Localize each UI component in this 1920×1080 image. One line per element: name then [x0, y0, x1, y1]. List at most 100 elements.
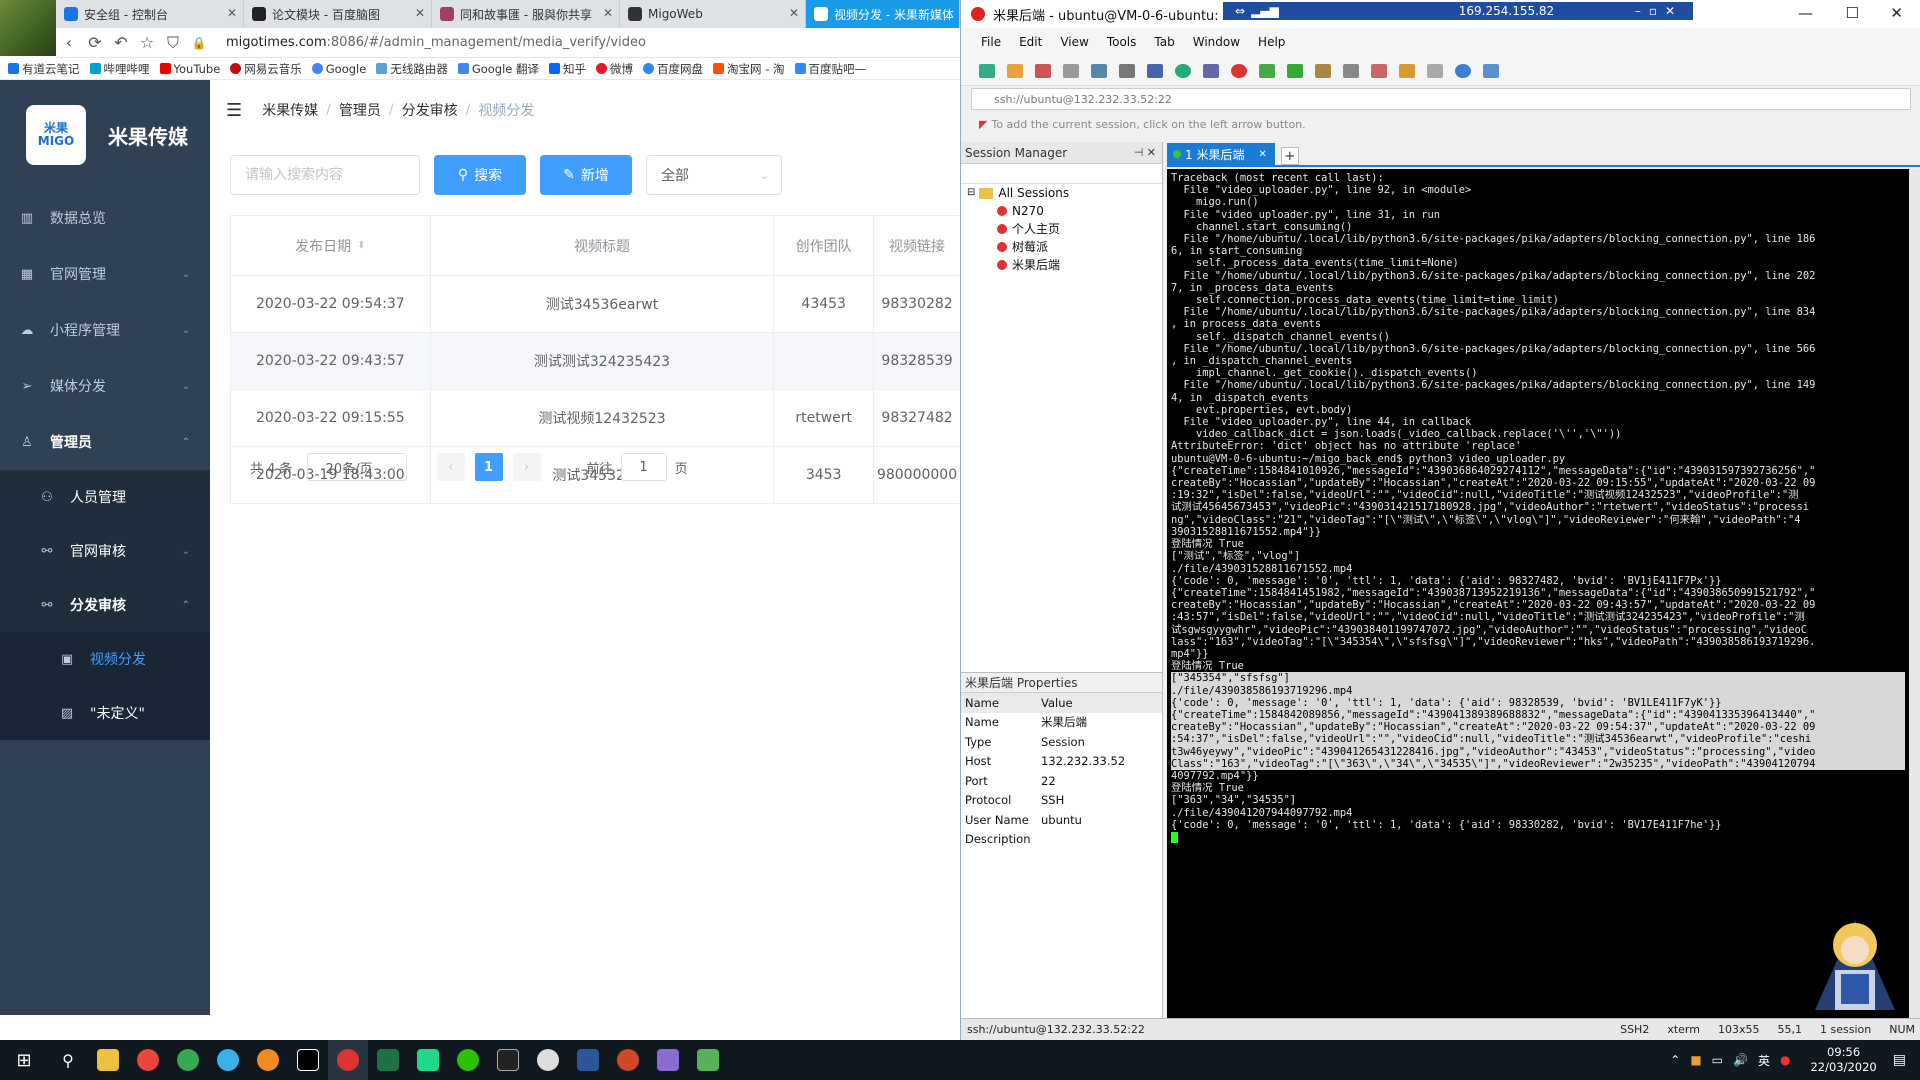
layout-grid-icon[interactable] [1427, 63, 1443, 78]
menu-edit[interactable]: Edit [1019, 35, 1042, 49]
browser-tab-5-active[interactable]: 视频分发 - 米果新媒体 [806, 0, 960, 28]
session-item[interactable]: 个人主页 [967, 220, 1162, 238]
bookmark-item[interactable]: YouTube [159, 62, 220, 76]
intellij-icon[interactable] [288, 1040, 328, 1080]
menu-website[interactable]: ▦ 官网管理 ⌄ [0, 246, 210, 302]
bookmark-item[interactable]: 有道云笔记 [8, 61, 80, 77]
chrome-icon[interactable] [168, 1040, 208, 1080]
terminal-output[interactable]: Traceback (most recent call last): File … [1167, 169, 1909, 1019]
sort-icon[interactable]: ⬍ [357, 240, 365, 251]
session-item[interactable]: N270 [967, 202, 1162, 220]
connect-icon[interactable] [1035, 63, 1051, 78]
script-icon[interactable] [1371, 63, 1387, 78]
close-tab-icon[interactable]: ✕ [415, 6, 425, 20]
menu-distribution-review[interactable]: ⚯ 分发审核 ⌃ [0, 578, 210, 632]
menu-video-distribution[interactable]: ▣ 视频分发 [0, 632, 210, 686]
table-row[interactable]: 2020-03-22 09:43:57 测试测试324235423 983285… [231, 333, 960, 390]
session-search-input[interactable] [961, 164, 1162, 184]
table-row[interactable]: 2020-03-22 09:54:37 测试34536earwt 43453 9… [231, 276, 960, 333]
wechat-icon[interactable] [448, 1040, 488, 1080]
file-explorer-icon[interactable] [88, 1040, 128, 1080]
tray-app-icon[interactable]: ■ [1690, 1053, 1701, 1067]
session-item[interactable]: 米果后端 [967, 256, 1162, 274]
menu-tools[interactable]: Tools [1107, 35, 1137, 49]
menu-site-review[interactable]: ⚯ 官网审核 ⌄ [0, 524, 210, 578]
star-icon[interactable]: ☆ [134, 33, 160, 52]
powerpoint-icon[interactable] [608, 1040, 648, 1080]
terminal-scrollbar[interactable] [1909, 169, 1920, 1019]
menu-staff[interactable]: ⚇ 人员管理 [0, 470, 210, 524]
add-button[interactable]: ✎ 新增 [540, 155, 632, 195]
pin-icon[interactable]: ⇔ [1235, 4, 1245, 18]
bookmark-item[interactable]: 网易云音乐 [230, 61, 302, 77]
table-row[interactable]: 2020-03-22 09:15:55 测试视频12432523 rtetwer… [231, 390, 960, 447]
cell-link[interactable]: 98327482 [874, 390, 960, 446]
page-number-current[interactable]: 1 [474, 453, 503, 481]
next-page-button[interactable]: › [512, 453, 541, 481]
cell-link[interactable]: 980000000 [874, 447, 960, 503]
bookmark-item[interactable]: Google 翻译 [457, 61, 539, 77]
goto-page-input[interactable] [620, 453, 667, 481]
maximize-icon[interactable]: ☐ [1846, 4, 1859, 22]
status-filter-select[interactable]: 全部 ⌄ [646, 155, 782, 195]
bookmark-arrow-icon[interactable]: ◤ [979, 118, 987, 131]
breadcrumb-item[interactable]: 分发审核 [402, 100, 458, 120]
menu-admin[interactable]: ♙ 管理员 ⌃ [0, 414, 210, 470]
word-icon[interactable] [568, 1040, 608, 1080]
remote-window-controls[interactable]: –▫✕ [1635, 4, 1683, 18]
menu-miniprogram[interactable]: ☁ 小程序管理 ⌄ [0, 302, 210, 358]
session-address-field[interactable]: ssh://ubuntu@132.232.33.52:22 [971, 88, 1911, 110]
shield-icon[interactable]: ⛉ [160, 33, 186, 53]
bookmark-item[interactable]: 百度贴吧— [794, 61, 866, 77]
bookmark-item[interactable]: 淘宝网 - 淘 [713, 61, 785, 77]
open-folder-icon[interactable] [1007, 63, 1023, 78]
browser-tab-1[interactable]: 安全组 - 控制台 ✕ [56, 0, 244, 28]
close-tab-icon[interactable]: ✕ [1258, 149, 1266, 160]
menu-media[interactable]: ➢ 媒体分发 ⌄ [0, 358, 210, 414]
volume-icon[interactable]: 🔊 [1733, 1053, 1748, 1067]
menu-file[interactable]: File [981, 35, 1001, 49]
menu-help[interactable]: Help [1258, 35, 1285, 49]
column-header-date[interactable]: 发布日期 ⬍ [231, 216, 431, 275]
close-tab-icon[interactable]: ✕ [603, 6, 613, 20]
menu-dashboard[interactable]: ▥ 数据总览 [0, 190, 210, 246]
webstorm-icon[interactable] [408, 1040, 448, 1080]
terminal-icon[interactable] [488, 1040, 528, 1080]
undo-icon[interactable]: ↶ [108, 33, 134, 52]
breadcrumb-item[interactable]: 米果传媒 [262, 100, 318, 120]
start-button[interactable]: ⊞ [0, 1040, 48, 1080]
session-item[interactable]: 树莓派 [967, 238, 1162, 256]
bookmark-item[interactable]: 哔哩哔哩 [89, 61, 150, 77]
bookmark-item[interactable]: 微博 [596, 61, 633, 77]
pin-close-icon[interactable]: ⊣ ✕ [1134, 146, 1156, 159]
breadcrumb-item[interactable]: 管理员 [339, 100, 381, 120]
app-circle-icon[interactable] [528, 1040, 568, 1080]
bookmark-item[interactable]: Google [311, 62, 366, 76]
tray-red-icon[interactable]: ● [1780, 1053, 1790, 1067]
search-icon[interactable]: ⚲ [48, 1040, 88, 1080]
close-tab-icon[interactable]: ✕ [227, 6, 237, 20]
tray-chevron-icon[interactable]: ⌃ [1670, 1053, 1680, 1067]
terminal-tab-active[interactable]: 1 米果后端 ✕ [1167, 143, 1275, 165]
collapse-icon[interactable]: ⊟ [967, 184, 975, 202]
clock[interactable]: 09:56 22/03/2020 [1810, 1045, 1876, 1075]
browser-tab-4[interactable]: MigoWeb ✕ [620, 0, 806, 28]
browser-tab-2[interactable]: 论文模块 - 百度脑图 ✕ [244, 0, 432, 28]
tree-root[interactable]: ⊟ All Sessions [967, 184, 1162, 202]
fullscreen-icon[interactable] [1287, 63, 1303, 78]
reload-icon[interactable]: ⟳ [82, 33, 108, 52]
input-language[interactable]: 英 [1758, 1052, 1770, 1069]
search-app-icon[interactable] [208, 1040, 248, 1080]
close-icon[interactable]: ✕ [1890, 4, 1903, 22]
browser-icon[interactable] [128, 1040, 168, 1080]
xftp-icon[interactable] [1231, 63, 1247, 78]
layout-icon[interactable] [1147, 63, 1163, 78]
app-icon[interactable] [248, 1040, 288, 1080]
network-icon[interactable]: ▭ [1712, 1053, 1723, 1067]
app-green-icon[interactable] [688, 1040, 728, 1080]
search-icon[interactable] [1119, 63, 1135, 78]
menu-undefined[interactable]: ▨ "未定义" [0, 686, 210, 740]
profile-avatar[interactable] [0, 0, 56, 56]
notifications-icon[interactable]: ▤ [1893, 1052, 1906, 1068]
chat-icon[interactable] [1483, 63, 1499, 78]
